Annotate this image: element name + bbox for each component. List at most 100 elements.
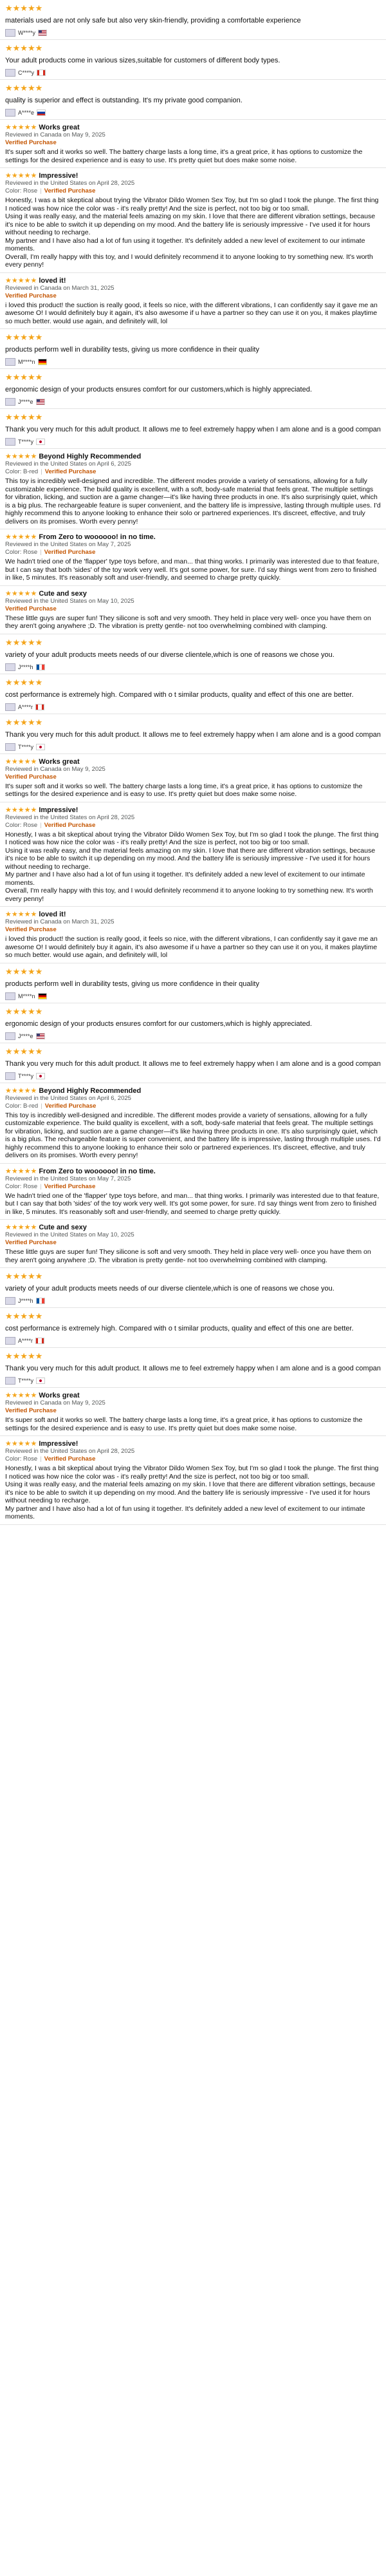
- country-flag-icon: [37, 359, 47, 365]
- review-text: These little guys are super fun! They si…: [5, 614, 371, 630]
- verified-purchase-badge: Verified Purchase: [44, 187, 96, 194]
- review-title[interactable]: From Zero to woooooo! in no time.: [39, 1168, 155, 1175]
- reviewer-signature: J****e: [5, 398, 381, 406]
- avatar-icon: [5, 398, 15, 406]
- star-rating-icon: ★★★★★: [5, 1006, 43, 1016]
- star-rating-icon: ★★★★★: [5, 806, 37, 814]
- divider: |: [41, 468, 42, 475]
- star-rating-icon: ★★★★★: [5, 1392, 37, 1399]
- review-title[interactable]: Beyond Highly Recommended: [39, 453, 141, 460]
- review-header: ★★★★★ Cute and sexy: [5, 1224, 381, 1231]
- review-text: Thank you very much for this adult produ…: [5, 1059, 381, 1068]
- review-title[interactable]: Impressive!: [39, 806, 78, 814]
- divider: |: [40, 187, 42, 194]
- star-rating-icon: ★★★★★: [5, 717, 43, 727]
- avatar-icon: [5, 1297, 15, 1305]
- verified-purchase-badge: Verified Purchase: [5, 605, 57, 612]
- avatar-icon: [5, 438, 15, 446]
- review-title[interactable]: loved it!: [39, 911, 66, 918]
- review-title[interactable]: Impressive!: [39, 172, 78, 180]
- review-card: ★★★★★ Your adult products come in various…: [0, 40, 386, 80]
- star-rating-icon: ★★★★★: [5, 1046, 43, 1056]
- review-card: ★★★★★ Works great Reviewed in Canada on Ma…: [0, 754, 386, 802]
- review-date: Reviewed in Canada on March 31, 2025: [5, 284, 115, 292]
- review-title[interactable]: Cute and sexy: [39, 590, 87, 598]
- review-card: ★★★★★ Impressive! Reviewed in the United S…: [0, 802, 386, 907]
- review-card: ★★★★★ quality is superior and effect is o…: [0, 80, 386, 120]
- star-rating-icon: ★★★★★: [5, 637, 43, 647]
- country-flag-icon: [36, 1072, 46, 1079]
- divider: |: [40, 1182, 42, 1190]
- review-date: Reviewed in Canada on May 9, 2025: [5, 1399, 106, 1406]
- review-card: ★★★★★ variety of your adult products meet…: [0, 1268, 386, 1308]
- review-title[interactable]: Works great: [39, 758, 79, 766]
- star-rating-icon: ★★★★★: [5, 1167, 37, 1175]
- reviewer-name: T****y: [18, 439, 34, 445]
- review-title[interactable]: Cute and sexy: [39, 1224, 87, 1231]
- divider: |: [40, 549, 42, 556]
- reviewer-signature: A****e: [5, 109, 381, 117]
- avatar-icon: [5, 1032, 15, 1040]
- country-flag-icon: [35, 1298, 45, 1304]
- review-text: cost performance is extremely high. Comp…: [5, 1325, 354, 1332]
- review-card: ★★★★★ Impressive! Reviewed in the United S…: [0, 168, 386, 273]
- avatar-icon: [5, 703, 15, 711]
- review-text: Your adult products come in various size…: [5, 57, 280, 64]
- reviewer-name: T****y: [18, 1072, 34, 1079]
- review-card: ★★★★★ ergonomic design of your products e…: [0, 369, 386, 409]
- product-variant: Color: Rose | Verified Purchase: [5, 187, 381, 195]
- review-text: variety of your adult products meets nee…: [5, 1285, 335, 1293]
- star-rating-icon: ★★★★★: [5, 124, 37, 131]
- review-card: ★★★★★ Cute and sexy Reviewed in the United…: [0, 1220, 386, 1268]
- review-title[interactable]: From Zero to woooooo! in no time.: [39, 533, 155, 541]
- country-flag-icon: [36, 743, 46, 750]
- review-card: ★★★★★ From Zero to woooooo! in no time. Re…: [0, 1164, 386, 1220]
- review-text: Honestly, I was a bit skeptical about tr…: [5, 830, 379, 903]
- country-flag-icon: [37, 70, 46, 76]
- reviewer-signature: C****y: [5, 69, 381, 77]
- star-rating-icon: ★★★★★: [5, 533, 37, 541]
- star-rating-icon: ★★★★★: [5, 757, 37, 766]
- product-variant: Color: Rose | Verified Purchase: [5, 549, 381, 556]
- avatar-icon: [5, 992, 15, 1000]
- star-rating-icon: ★★★★★: [5, 372, 43, 382]
- avatar-icon: [5, 1072, 15, 1080]
- review-header: ★★★★★ Works great: [5, 758, 381, 766]
- avatar-icon: [5, 109, 15, 117]
- reviewer-signature: M****n: [5, 992, 381, 1000]
- review-title[interactable]: Impressive!: [39, 1440, 78, 1448]
- star-rating-icon: ★★★★★: [5, 966, 43, 976]
- avatar-icon: [5, 663, 15, 671]
- review-text: ergonomic design of your products ensure…: [5, 386, 312, 393]
- review-text: products perform well in durability test…: [5, 346, 259, 354]
- review-header: ★★★★★ Beyond Highly Recommended: [5, 1087, 381, 1095]
- divider: |: [41, 1102, 42, 1110]
- avatar-icon: [5, 743, 15, 751]
- reviewer-signature: T****y: [5, 1377, 381, 1385]
- reviewer-signature: T****y: [5, 1072, 381, 1080]
- star-rating-icon: ★★★★★: [5, 1311, 43, 1321]
- review-header: ★★★★★ loved it!: [5, 277, 381, 285]
- avatar-icon: [5, 29, 15, 37]
- verified-purchase-badge: Verified Purchase: [44, 1455, 96, 1463]
- review-card: ★★★★★ Works great Reviewed in Canada on Ma…: [0, 120, 386, 168]
- review-header: ★★★★★ Works great: [5, 1392, 381, 1399]
- reviewer-signature: T****y: [5, 438, 381, 446]
- review-title[interactable]: Works great: [39, 124, 79, 131]
- review-date: Reviewed in the United States on May 10,…: [5, 1231, 134, 1238]
- star-rating-icon: ★★★★★: [5, 332, 43, 342]
- review-header: ★★★★★ Impressive!: [5, 172, 381, 180]
- country-flag-icon: [35, 1032, 45, 1039]
- review-header: ★★★★★ Works great: [5, 124, 381, 131]
- reviewer-name: M****n: [18, 359, 35, 365]
- variant-label: Color: Rose: [5, 1182, 38, 1190]
- variant-label: Color: Rose: [5, 549, 38, 556]
- product-variant: Color: Rose | Verified Purchase: [5, 1455, 381, 1463]
- star-rating-icon: ★★★★★: [5, 589, 37, 598]
- reviewer-signature: A****r: [5, 703, 381, 711]
- review-title[interactable]: Beyond Highly Recommended: [39, 1087, 141, 1095]
- reviewer-name: C****y: [18, 70, 35, 76]
- review-title[interactable]: Works great: [39, 1392, 79, 1399]
- country-flag-icon: [35, 1338, 45, 1344]
- review-title[interactable]: loved it!: [39, 277, 66, 285]
